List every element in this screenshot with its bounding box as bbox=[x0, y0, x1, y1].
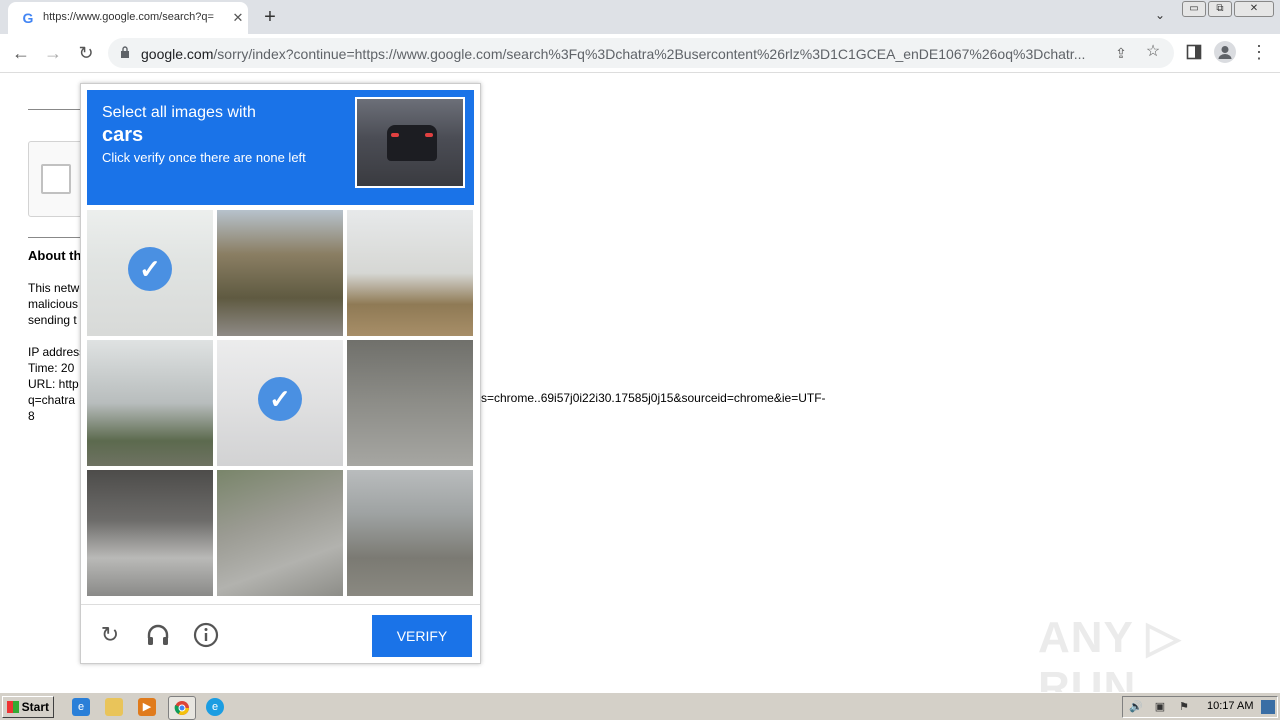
close-tab-icon[interactable]: ✕ bbox=[230, 10, 246, 26]
minimize-button[interactable]: ▭ bbox=[1182, 1, 1206, 17]
captcha-tile-1[interactable]: ✓ bbox=[87, 210, 213, 336]
info-text-line: malicious bbox=[28, 297, 79, 311]
tile-image bbox=[217, 470, 343, 596]
side-panel-icon[interactable] bbox=[1186, 44, 1202, 60]
browser-menu-icon[interactable]: ⋮ bbox=[1250, 42, 1268, 62]
back-button[interactable]: ← bbox=[8, 41, 34, 65]
instruction-line: Select all images with bbox=[102, 104, 256, 121]
tile-image bbox=[217, 210, 343, 336]
share-icon[interactable]: ⇪ bbox=[1112, 44, 1130, 62]
tail-light bbox=[425, 133, 433, 137]
captcha-tile-4[interactable] bbox=[87, 340, 213, 466]
instruction-hint: Click verify once there are none left bbox=[102, 150, 306, 165]
bookmark-star-icon[interactable]: ☆ bbox=[1144, 43, 1162, 61]
url-wrap-line: 8 bbox=[28, 409, 35, 423]
divider bbox=[28, 109, 88, 110]
show-desktop-icon[interactable] bbox=[1261, 700, 1275, 714]
tab-title: https://www.google.com/search?q= bbox=[43, 11, 214, 23]
about-heading: About this page bbox=[28, 248, 80, 263]
start-label: Start bbox=[21, 700, 49, 714]
url-text[interactable]: google.com/sorry/index?continue=https://… bbox=[141, 46, 1101, 62]
sample-car-image bbox=[355, 97, 465, 188]
clock: 10:17 AM bbox=[1207, 700, 1254, 712]
profile-avatar-icon[interactable] bbox=[1214, 41, 1236, 63]
captcha-challenge: Select all images with cars Click verify… bbox=[80, 83, 481, 664]
time-label: Time: 20 bbox=[28, 361, 75, 375]
captcha-tile-8[interactable] bbox=[217, 470, 343, 596]
verify-button[interactable]: VERIFY bbox=[372, 615, 472, 657]
close-window-button[interactable]: ✕ bbox=[1234, 1, 1274, 17]
tile-image bbox=[347, 340, 473, 466]
action-center-flag-icon[interactable]: ⚑ bbox=[1177, 700, 1191, 714]
captcha-tile-2[interactable] bbox=[217, 210, 343, 336]
target-object: cars bbox=[102, 124, 144, 146]
tab-search-icon[interactable]: ⌄ bbox=[1150, 8, 1170, 26]
info-text-line: sending t bbox=[28, 313, 77, 327]
tile-image bbox=[347, 210, 473, 336]
edge-icon[interactable]: e bbox=[206, 698, 224, 716]
car-shape bbox=[387, 125, 437, 161]
selected-check-icon: ✓ bbox=[128, 247, 172, 291]
audio-challenge-icon[interactable] bbox=[145, 622, 171, 648]
google-favicon-icon: G bbox=[22, 10, 34, 26]
info-text-line: This network bbox=[28, 281, 80, 295]
image-grid: ✓ ✓ bbox=[87, 210, 474, 597]
restore-button[interactable]: ⧉ bbox=[1208, 1, 1232, 17]
info-icon[interactable] bbox=[193, 622, 219, 648]
reload-button[interactable]: ↻ bbox=[73, 41, 99, 65]
browser-tab[interactable]: G https://www.google.com/search?q= ✕ bbox=[8, 2, 248, 34]
taskbar: Start e ▶ e 🔊 ▣ ⚑ 10:17 AM bbox=[0, 692, 1280, 720]
query-label: q=chatra bbox=[28, 393, 76, 407]
ip-address-label: IP address bbox=[28, 345, 80, 359]
tail-light bbox=[391, 133, 399, 137]
url-label: URL: http bbox=[28, 377, 79, 391]
volume-icon[interactable]: 🔊 bbox=[1129, 700, 1143, 714]
tile-image bbox=[87, 340, 213, 466]
browser-toolbar: ← → ↻ google.com/sorry/index?continue=ht… bbox=[0, 34, 1280, 73]
captcha-tile-5[interactable]: ✓ bbox=[217, 340, 343, 466]
start-button[interactable]: Start bbox=[2, 696, 54, 718]
lock-icon bbox=[121, 46, 129, 58]
tile-image bbox=[347, 470, 473, 596]
address-bar[interactable]: google.com/sorry/index?continue=https://… bbox=[108, 38, 1174, 68]
system-tray: 🔊 ▣ ⚑ 10:17 AM bbox=[1122, 696, 1278, 718]
forward-button[interactable]: → bbox=[40, 41, 66, 65]
tab-strip: G https://www.google.com/search?q= ✕ + ⌄… bbox=[0, 0, 1280, 34]
windows-logo-icon bbox=[7, 701, 19, 713]
new-tab-button[interactable]: + bbox=[259, 6, 281, 28]
tile-image bbox=[87, 470, 213, 596]
captcha-tile-6[interactable] bbox=[347, 340, 473, 466]
url-tail-text: s=chrome..69i57j0i22i30.17585j0j15&sourc… bbox=[481, 391, 826, 405]
url-host: google.com bbox=[141, 46, 214, 62]
captcha-tile-3[interactable] bbox=[347, 210, 473, 336]
url-path: /sorry/index?continue=https://www.google… bbox=[213, 46, 1086, 62]
chrome-taskbar-button[interactable] bbox=[168, 696, 196, 720]
captcha-tile-7[interactable] bbox=[87, 470, 213, 596]
captcha-header: Select all images with cars Click verify… bbox=[87, 90, 474, 205]
file-explorer-icon[interactable] bbox=[105, 698, 123, 716]
divider bbox=[28, 237, 88, 238]
captcha-tile-9[interactable] bbox=[347, 470, 473, 596]
internet-explorer-icon[interactable]: e bbox=[72, 698, 90, 716]
recaptcha-checkbox[interactable] bbox=[41, 164, 71, 194]
selected-check-icon: ✓ bbox=[258, 377, 302, 421]
network-icon[interactable]: ▣ bbox=[1153, 700, 1167, 714]
media-player-icon[interactable]: ▶ bbox=[138, 698, 156, 716]
captcha-footer: ↻ VERIFY bbox=[81, 604, 480, 664]
reload-challenge-icon[interactable]: ↻ bbox=[97, 622, 123, 648]
